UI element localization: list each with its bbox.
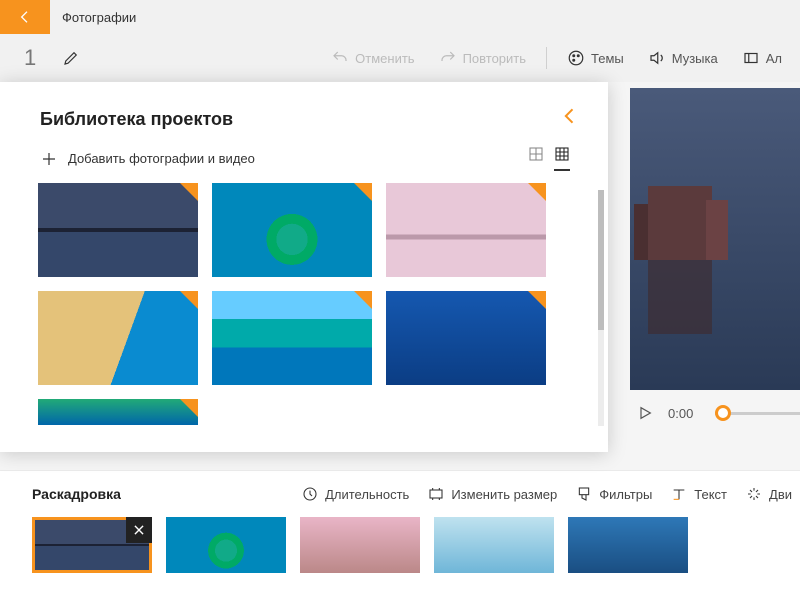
aspect-button[interactable]: Ал <box>732 43 792 73</box>
library-scrollbar-thumb[interactable] <box>598 190 604 330</box>
add-media-button[interactable]: Добавить фотографии и видео <box>40 150 255 168</box>
preview-pane: 0:00 <box>630 82 800 470</box>
project-number: 1 <box>8 45 48 71</box>
library-title: Библиотека проектов <box>40 109 233 130</box>
preview-image[interactable] <box>630 88 800 390</box>
toolbar: 1 Отменить Повторить Темы Музыка Ал <box>0 34 800 82</box>
timeline-slider[interactable] <box>715 412 800 415</box>
library-tile[interactable] <box>212 183 372 277</box>
storyboard: Раскадровка Длительность Изменить размер… <box>0 470 800 600</box>
palette-icon <box>567 49 585 67</box>
library-tile[interactable] <box>38 291 198 385</box>
used-marker-icon <box>180 291 198 309</box>
library-tile[interactable] <box>212 291 372 385</box>
motion-icon <box>745 485 763 503</box>
storyboard-clip[interactable] <box>166 517 286 573</box>
collapse-button[interactable] <box>560 106 580 132</box>
library-tile[interactable] <box>386 183 546 277</box>
remove-clip-button[interactable] <box>126 517 152 543</box>
aspect-icon <box>742 49 760 67</box>
library-grid <box>0 183 608 425</box>
castle-shape <box>648 186 712 260</box>
library-panel: Библиотека проектов Добавить фотографии … <box>0 82 608 452</box>
resize-icon <box>427 485 445 503</box>
motion-label: Дви <box>769 487 792 502</box>
used-marker-icon <box>180 399 198 417</box>
speaker-icon <box>648 49 666 67</box>
used-marker-icon <box>528 183 546 201</box>
library-tile[interactable] <box>38 399 198 425</box>
used-marker-icon <box>354 183 372 201</box>
timeline-knob[interactable] <box>715 405 731 421</box>
play-button[interactable] <box>636 404 654 422</box>
aspect-label: Ал <box>766 51 782 66</box>
back-button[interactable] <box>0 0 50 34</box>
reflection-shape <box>648 260 712 334</box>
text-label: Текст <box>694 487 727 502</box>
text-button[interactable]: Текст <box>670 485 727 503</box>
library-tile[interactable] <box>386 291 546 385</box>
storyboard-clip[interactable] <box>300 517 420 573</box>
duration-label: Длительность <box>325 487 409 502</box>
themes-label: Темы <box>591 51 624 66</box>
motion-button[interactable]: Дви <box>745 485 792 503</box>
redo-button[interactable]: Повторить <box>429 43 536 73</box>
storyboard-clip[interactable] <box>32 517 152 573</box>
text-icon <box>670 485 688 503</box>
plus-icon <box>40 150 58 168</box>
filters-label: Фильтры <box>599 487 652 502</box>
library-tile[interactable] <box>38 183 198 277</box>
view-small-button[interactable] <box>554 146 570 171</box>
music-button[interactable]: Музыка <box>638 43 728 73</box>
duration-button[interactable]: Длительность <box>301 485 409 503</box>
storyboard-strip <box>32 517 800 573</box>
storyboard-clip[interactable] <box>434 517 554 573</box>
used-marker-icon <box>180 183 198 201</box>
clock-icon <box>301 485 319 503</box>
app-title: Фотографии <box>50 0 136 34</box>
filters-button[interactable]: Фильтры <box>575 485 652 503</box>
used-marker-icon <box>354 291 372 309</box>
storyboard-title: Раскадровка <box>32 486 121 502</box>
preview-time: 0:00 <box>668 406 693 421</box>
redo-label: Повторить <box>463 51 526 66</box>
undo-button[interactable]: Отменить <box>321 43 424 73</box>
resize-label: Изменить размер <box>451 487 557 502</box>
rename-button[interactable] <box>52 43 90 73</box>
pencil-icon <box>62 49 80 67</box>
themes-button[interactable]: Темы <box>557 43 634 73</box>
separator <box>546 47 547 69</box>
arrow-left-icon <box>16 8 34 26</box>
redo-icon <box>439 49 457 67</box>
music-label: Музыка <box>672 51 718 66</box>
filters-icon <box>575 485 593 503</box>
undo-icon <box>331 49 349 67</box>
storyboard-clip[interactable] <box>568 517 688 573</box>
view-large-button[interactable] <box>528 146 544 171</box>
add-media-label: Добавить фотографии и видео <box>68 151 255 166</box>
undo-label: Отменить <box>355 51 414 66</box>
castle-shape <box>706 200 728 260</box>
resize-button[interactable]: Изменить размер <box>427 485 557 503</box>
used-marker-icon <box>528 291 546 309</box>
